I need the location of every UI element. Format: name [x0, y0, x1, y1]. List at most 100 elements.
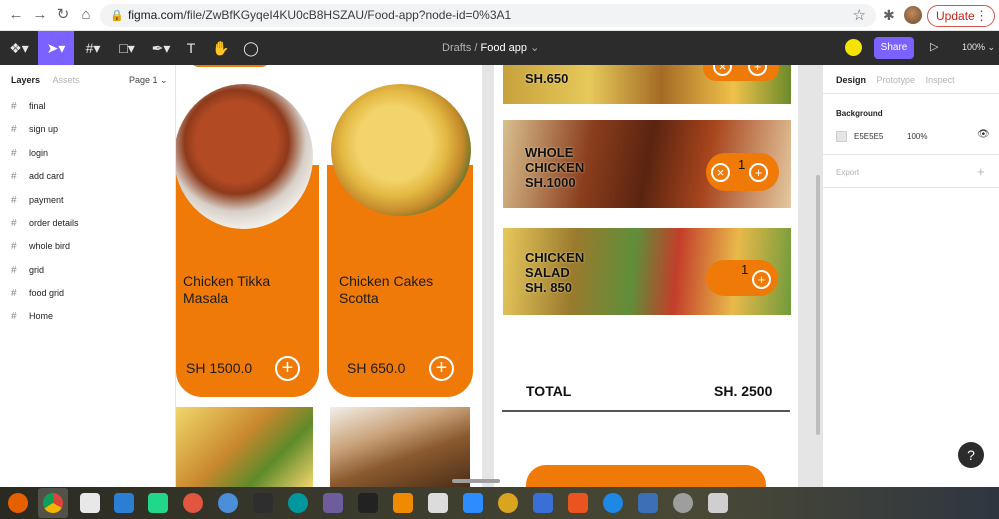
visibility-eye-icon[interactable]: 👁: [977, 129, 990, 140]
tab-layers[interactable]: Layers: [11, 75, 40, 85]
tab-design[interactable]: Design: [836, 75, 866, 85]
frame-icon: #: [11, 241, 17, 252]
remove-x-icon[interactable]: ×: [713, 65, 732, 76]
order-item[interactable]: SH.650 × +: [503, 65, 791, 104]
chat-icon[interactable]: [218, 493, 238, 513]
breadcrumb[interactable]: Drafts / Food app ⌄: [442, 41, 539, 54]
chevron-down-icon: ⌄: [530, 42, 540, 54]
terminal-icon[interactable]: [253, 493, 273, 513]
zoom-icon[interactable]: [463, 493, 483, 513]
layer-item[interactable]: # payment: [11, 195, 64, 206]
text-tool-icon[interactable]: T: [180, 31, 202, 65]
profile-avatar[interactable]: [904, 6, 922, 24]
design-canvas[interactable]: Chicken Tikka Masala SH 1500.0 + Chicken …: [176, 65, 822, 487]
address-bar[interactable]: 🔒 figma.com/file/ZwBfKGyqeI4KU0cB8HSZAU/…: [100, 4, 876, 27]
vertical-scrollbar[interactable]: [816, 175, 820, 435]
reload-icon[interactable]: ↻: [53, 5, 73, 25]
screenshot-icon[interactable]: [708, 493, 728, 513]
frame-icon: #: [11, 148, 17, 159]
shape-tool-icon[interactable]: □▾: [112, 31, 142, 65]
frame-icon: #: [11, 124, 17, 135]
checkout-button[interactable]: [526, 465, 766, 487]
files-icon[interactable]: [428, 493, 448, 513]
forward-icon[interactable]: →: [30, 5, 50, 25]
figma-menu-icon[interactable]: ❖▾: [0, 31, 38, 65]
layer-item[interactable]: # order details: [11, 218, 79, 229]
teams-icon[interactable]: [638, 493, 658, 513]
text-editor-icon[interactable]: [533, 493, 553, 513]
tab-assets[interactable]: Assets: [53, 75, 80, 85]
quantity-stepper[interactable]: × +: [703, 65, 779, 81]
food-grid-frame[interactable]: Chicken Tikka Masala SH 1500.0 + Chicken …: [176, 65, 482, 487]
add-plus-icon[interactable]: +: [748, 65, 767, 76]
present-play-icon[interactable]: ▷: [930, 40, 938, 53]
order-item-name: SH.650: [525, 71, 569, 86]
quantity-value: 1: [741, 262, 749, 277]
add-export-plus-icon[interactable]: +: [977, 164, 985, 179]
frame-tool-icon[interactable]: #▾: [78, 31, 108, 65]
vscode-icon[interactable]: [114, 493, 134, 513]
back-icon[interactable]: ←: [6, 5, 26, 25]
bookmark-star-icon[interactable]: ☆: [853, 6, 866, 24]
background-label: Background: [836, 109, 883, 118]
order-item[interactable]: CHICKEN SALAD SH. 850 1 +: [503, 228, 791, 315]
extensions-icon[interactable]: ✱: [883, 7, 895, 24]
slack-icon[interactable]: [323, 493, 343, 513]
divider: [502, 410, 790, 412]
compass-icon[interactable]: [183, 493, 203, 513]
chrome-icon[interactable]: [43, 493, 63, 513]
app-icon[interactable]: [498, 493, 518, 513]
layer-item[interactable]: # add card: [11, 171, 64, 182]
layer-item[interactable]: # grid: [11, 265, 44, 276]
pycharm-icon[interactable]: [148, 493, 168, 513]
software-center-icon[interactable]: [568, 493, 588, 513]
firefox-icon[interactable]: [8, 493, 28, 513]
figma-toolbar: ❖▾ ➤▾ #▾ □▾ ✒▾ T ✋ ◯ Drafts / Food app ⌄…: [0, 31, 999, 65]
page-selector[interactable]: Page 1 ⌄: [129, 75, 168, 86]
hand-tool-icon[interactable]: ✋: [208, 31, 234, 65]
frame-icon: #: [11, 218, 17, 229]
add-to-cart-plus-icon[interactable]: +: [429, 356, 454, 381]
file-name[interactable]: Food app: [481, 42, 527, 54]
frame-icon: #: [11, 311, 17, 322]
arduino-icon[interactable]: [288, 493, 308, 513]
pen-tool-icon[interactable]: ✒▾: [146, 31, 176, 65]
intellij-icon[interactable]: [358, 493, 378, 513]
document-icon[interactable]: [80, 493, 100, 513]
layer-item[interactable]: # food grid: [11, 288, 64, 299]
layer-item[interactable]: # login: [11, 148, 48, 159]
layer-item[interactable]: # sign up: [11, 124, 58, 135]
tab-inspect[interactable]: Inspect: [926, 75, 955, 85]
tab-prototype[interactable]: Prototype: [877, 75, 916, 85]
background-opacity-input[interactable]: 100%: [907, 132, 927, 141]
layer-item[interactable]: # final: [11, 101, 46, 112]
comment-tool-icon[interactable]: ◯: [238, 31, 264, 65]
layer-item[interactable]: # whole bird: [11, 241, 70, 252]
food-image: [330, 407, 470, 487]
layer-item[interactable]: # Home: [11, 311, 53, 322]
os-taskbar: [0, 487, 999, 519]
background-color-swatch[interactable]: [836, 131, 847, 142]
add-plus-icon[interactable]: +: [752, 270, 771, 289]
quantity-stepper[interactable]: × 1 +: [706, 153, 779, 191]
help-center-icon[interactable]: [603, 493, 623, 513]
home-icon[interactable]: ⌂: [76, 5, 96, 25]
quantity-stepper[interactable]: 1 +: [706, 260, 778, 296]
horizontal-scrollbar[interactable]: [452, 479, 500, 483]
update-button[interactable]: Update ⋮: [927, 5, 995, 27]
food-name: Chicken Tikka Masala: [183, 273, 271, 306]
order-item[interactable]: WHOLE CHICKEN SH.1000 × 1 +: [503, 120, 791, 208]
user-avatar[interactable]: [845, 39, 862, 56]
lock-icon: 🔒: [110, 10, 124, 22]
help-button[interactable]: ?: [958, 442, 984, 468]
order-details-frame[interactable]: SH.650 × + WHOLE CHICKEN SH.1000 × 1 + CHI…: [494, 65, 798, 487]
zoom-level[interactable]: 100% ⌄: [962, 42, 995, 53]
background-hex-input[interactable]: E5E5E5: [854, 132, 883, 141]
share-button[interactable]: Share: [874, 37, 914, 59]
add-plus-icon[interactable]: +: [749, 163, 768, 182]
remove-x-icon[interactable]: ×: [711, 163, 730, 182]
move-tool-icon[interactable]: ➤▾: [38, 31, 74, 65]
add-to-cart-plus-icon[interactable]: +: [275, 356, 300, 381]
settings-icon[interactable]: [673, 493, 693, 513]
vlc-icon[interactable]: [393, 493, 413, 513]
